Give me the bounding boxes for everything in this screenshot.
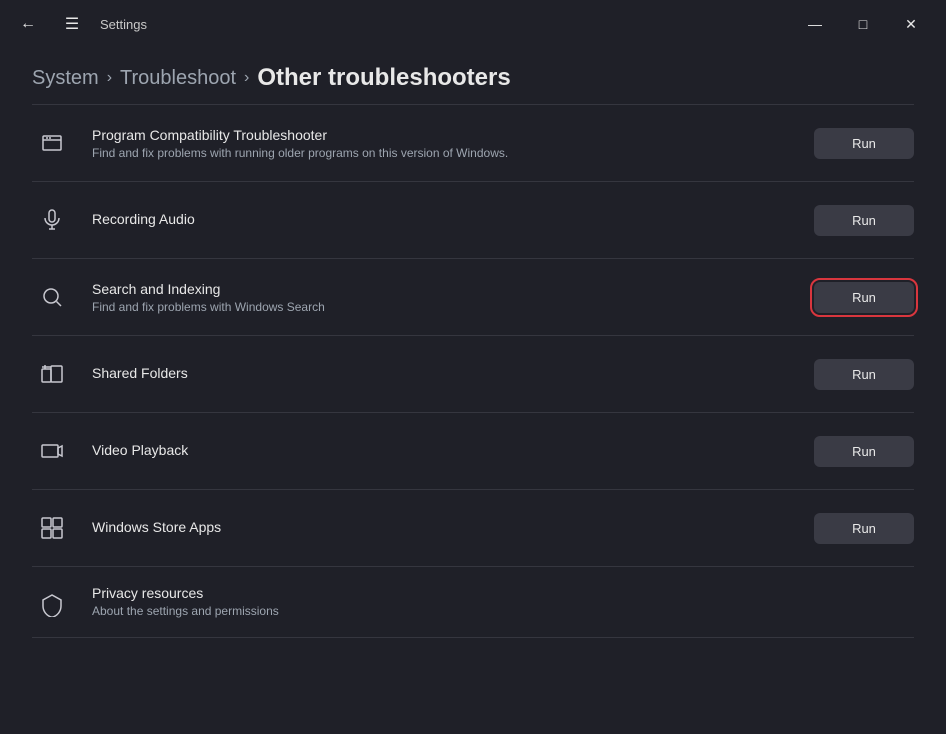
troubleshooter-item-program-compat: Program Compatibility Troubleshooter Find… [32,105,914,182]
program-compat-run-button[interactable]: Run [814,128,914,159]
program-compat-text: Program Compatibility Troubleshooter Find… [92,127,794,160]
shared-folders-text: Shared Folders [92,365,794,384]
breadcrumb: System › Troubleshoot › Other troublesho… [0,48,946,104]
troubleshooter-item-shared-folders: Shared Folders Run [32,336,914,413]
windows-store-apps-run-button[interactable]: Run [814,513,914,544]
back-button[interactable]: ← [12,8,44,40]
troubleshooter-list: Program Compatibility Troubleshooter Find… [0,105,946,638]
search-indexing-icon [32,277,72,317]
shared-folders-icon [32,354,72,394]
breadcrumb-sep-2: › [244,69,249,87]
troubleshooter-item-search-indexing: Search and Indexing Find and fix problems… [32,259,914,336]
program-compat-desc: Find and fix problems with running older… [92,146,794,160]
video-playback-run-button[interactable]: Run [814,436,914,467]
windows-store-apps-title: Windows Store Apps [92,519,794,535]
shared-folders-run-button[interactable]: Run [814,359,914,390]
privacy-resources-text: Privacy resources About the settings and … [92,585,914,618]
troubleshooter-item-recording-audio: Recording Audio Run [32,182,914,259]
search-indexing-text: Search and Indexing Find and fix problems… [92,281,794,314]
troubleshooter-item-privacy-resources: Privacy resources About the settings and … [32,567,914,638]
recording-audio-icon [32,200,72,240]
window-controls: — □ ✕ [792,8,934,40]
recording-audio-run-button[interactable]: Run [814,205,914,236]
video-playback-text: Video Playback [92,442,794,461]
breadcrumb-current: Other troubleshooters [257,64,510,92]
recording-audio-text: Recording Audio [92,211,794,230]
search-indexing-desc: Find and fix problems with Windows Searc… [92,300,794,314]
breadcrumb-system[interactable]: System [32,67,99,90]
search-indexing-title: Search and Indexing [92,281,794,297]
shared-folders-title: Shared Folders [92,365,794,381]
video-playback-title: Video Playback [92,442,794,458]
troubleshooter-item-windows-store-apps: Windows Store Apps Run [32,490,914,567]
privacy-resources-desc: About the settings and permissions [92,604,914,618]
privacy-resources-icon [32,585,72,625]
program-compat-icon [32,123,72,163]
privacy-resources-title: Privacy resources [92,585,914,601]
recording-audio-title: Recording Audio [92,211,794,227]
minimize-button[interactable]: — [792,8,838,40]
close-button[interactable]: ✕ [888,8,934,40]
search-indexing-run-button[interactable]: Run [814,282,914,313]
troubleshooter-item-video-playback: Video Playback Run [32,413,914,490]
maximize-button[interactable]: □ [840,8,886,40]
menu-button[interactable]: ☰ [56,8,88,40]
program-compat-title: Program Compatibility Troubleshooter [92,127,794,143]
title-bar: ← ☰ Settings — □ ✕ [0,0,946,48]
breadcrumb-troubleshoot[interactable]: Troubleshoot [120,67,236,90]
video-playback-icon [32,431,72,471]
windows-store-apps-icon [32,508,72,548]
breadcrumb-sep-1: › [107,69,112,87]
windows-store-apps-text: Windows Store Apps [92,519,794,538]
app-title: Settings [100,17,147,32]
